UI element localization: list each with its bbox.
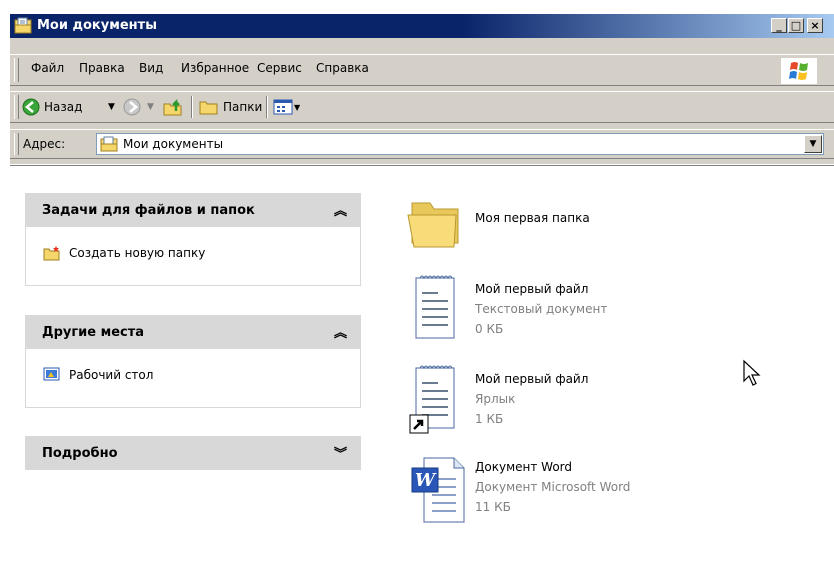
collapse-chevron-icon[interactable]: ︽	[334, 200, 347, 219]
explorer-window: Мои документы _ □ × Файл Правка Вид Избр…	[0, 0, 834, 578]
folders-icon	[199, 101, 218, 115]
close-icon: ×	[810, 19, 820, 32]
minimize-button[interactable]: _	[771, 18, 787, 33]
file-item-text[interactable]: Мой первый файл Текстовый документ 0 КБ	[400, 274, 620, 346]
desktop-link[interactable]: Рабочий стол	[43, 367, 153, 383]
menu-bar: Файл Правка Вид Избранное Сервис Справка	[10, 54, 834, 86]
desktop-icon	[43, 367, 60, 381]
toolbar-grip[interactable]	[14, 95, 19, 119]
maximize-button[interactable]: □	[788, 18, 804, 33]
chevron-down-icon: ▼	[809, 139, 817, 149]
file-name: Документ Word	[475, 460, 572, 474]
menu-tools[interactable]: Сервис	[257, 61, 302, 75]
file-type: Ярлык	[475, 392, 516, 406]
file-item-word[interactable]: W Документ Word Документ Microsoft Word …	[400, 454, 660, 530]
address-dropdown-button[interactable]: ▼	[804, 135, 822, 153]
maximize-icon: □	[790, 19, 802, 32]
address-value: Мои документы	[123, 137, 224, 151]
collapse-chevron-icon[interactable]: ︽	[334, 322, 347, 341]
toolbar-separator	[266, 96, 268, 118]
create-folder-link[interactable]: Создать новую папку	[43, 245, 205, 261]
word-document-icon: W	[411, 457, 465, 523]
menu-file[interactable]: Файл	[31, 61, 64, 75]
places-panel-header[interactable]: Другие места ︽	[25, 315, 361, 349]
text-document-icon	[415, 275, 455, 339]
file-name: Моя первая папка	[475, 211, 590, 225]
views-icon	[273, 99, 293, 115]
desktop-label: Рабочий стол	[69, 368, 154, 382]
file-item-folder[interactable]: Моя первая папка	[400, 189, 600, 253]
back-history-dropdown[interactable]: ▼	[108, 96, 115, 118]
mouse-cursor-icon	[743, 359, 761, 386]
my-documents-icon	[14, 17, 32, 34]
details-panel: Подробно ︾	[25, 436, 361, 470]
places-panel-title: Другие места	[42, 325, 145, 340]
forward-button[interactable]	[123, 96, 141, 118]
close-button[interactable]: ×	[807, 18, 823, 33]
title-bar[interactable]: Мои документы _ □ ×	[10, 14, 834, 38]
svg-text:W: W	[415, 470, 437, 491]
address-grip[interactable]	[14, 133, 19, 155]
windows-logo-icon	[781, 58, 817, 84]
back-button[interactable]: Назад	[22, 96, 82, 118]
file-size: 0 КБ	[475, 322, 504, 336]
file-type: Текстовый документ	[475, 302, 608, 316]
forward-arrow-icon	[123, 98, 141, 116]
up-folder-icon	[163, 98, 182, 116]
places-panel: Другие места ︽ Рабочий стол	[25, 315, 361, 408]
chevron-down-icon: ▼	[147, 102, 154, 112]
chevron-down-icon: ▼	[294, 102, 301, 112]
tasks-panel-title: Задачи для файлов и папок	[42, 203, 255, 218]
details-panel-header[interactable]: Подробно ︾	[25, 436, 361, 470]
folders-label: Папки	[223, 100, 263, 114]
menu-edit[interactable]: Правка	[79, 61, 125, 75]
menu-view[interactable]: Вид	[139, 61, 163, 75]
chevron-down-icon: ▼	[108, 102, 115, 112]
expand-chevron-icon[interactable]: ︾	[334, 443, 347, 462]
forward-history-dropdown[interactable]: ▼	[147, 96, 154, 118]
my-documents-icon	[100, 136, 118, 152]
window-title: Мои документы	[37, 18, 157, 33]
menu-grip[interactable]	[14, 58, 19, 82]
standard-toolbar: Назад ▼ ▼ Папки ▼	[10, 91, 834, 123]
views-button[interactable]: ▼	[273, 96, 300, 118]
tasks-panel-header[interactable]: Задачи для файлов и папок ︽	[25, 193, 361, 227]
shortcut-arrow-icon	[409, 414, 429, 434]
toolbar-separator	[191, 96, 193, 118]
address-input[interactable]: Мои документы ▼	[96, 133, 824, 155]
tasks-panel: Задачи для файлов и папок ︽ Создать нову…	[25, 193, 361, 286]
back-label: Назад	[44, 100, 83, 114]
file-size: 1 КБ	[475, 412, 504, 426]
folder-icon	[407, 202, 459, 248]
file-size: 11 КБ	[475, 500, 511, 514]
address-bar: Адрес: Мои документы ▼	[10, 129, 834, 159]
file-name: Мой первый файл	[475, 372, 589, 386]
new-folder-icon	[43, 246, 60, 261]
details-panel-title: Подробно	[42, 446, 118, 461]
up-folder-button[interactable]	[162, 96, 184, 118]
address-label: Адрес:	[23, 137, 66, 151]
minimize-icon: _	[776, 19, 782, 32]
menu-help[interactable]: Справка	[316, 61, 369, 75]
menu-favorites[interactable]: Избранное	[181, 61, 249, 75]
file-type: Документ Microsoft Word	[475, 480, 631, 494]
folders-button[interactable]: Папки	[199, 96, 262, 118]
file-item-shortcut[interactable]: Мой первый файл Ярлык 1 КБ	[400, 364, 620, 440]
tasks-panel-body: Создать новую папку	[25, 227, 361, 286]
back-arrow-icon	[22, 98, 40, 116]
create-folder-label: Создать новую папку	[69, 246, 206, 260]
places-panel-body: Рабочий стол	[25, 349, 361, 408]
file-name: Мой первый файл	[475, 282, 589, 296]
